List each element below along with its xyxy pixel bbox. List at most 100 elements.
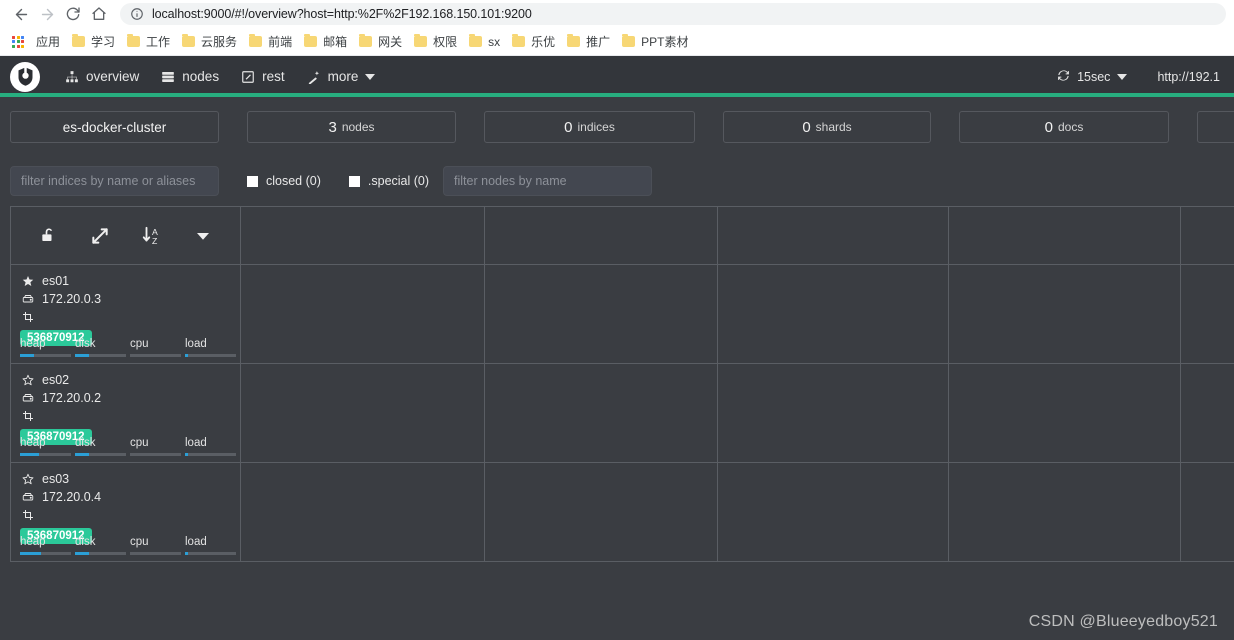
docs-count-value: 0 xyxy=(1044,118,1053,136)
metric-disk[interactable]: disk xyxy=(75,338,130,357)
bookmark-item[interactable]: 前端 xyxy=(243,33,298,51)
node-ip-line: 172.20.0.4 xyxy=(20,488,231,506)
shards-count-card[interactable]: 0 shards xyxy=(723,111,931,143)
table-header-empty-cell xyxy=(1181,207,1234,265)
filter-nodes-input[interactable] xyxy=(443,166,653,196)
special-filter-label: .special (0) xyxy=(367,174,430,188)
cerebro-logo[interactable] xyxy=(10,61,40,92)
nav-rest[interactable]: rest xyxy=(230,63,296,90)
cerebro-logo-icon xyxy=(18,66,32,86)
docs-count-unit: docs xyxy=(1057,120,1084,134)
metric-load[interactable]: load xyxy=(185,338,240,357)
watermark: CSDN @Blueeyedboy521 xyxy=(1028,613,1218,630)
browser-chrome: localhost:9000/#!/overview?host=http:%2F… xyxy=(0,0,1234,56)
table-empty-cell xyxy=(241,463,485,562)
site-info-icon[interactable] xyxy=(130,7,144,21)
omnibox[interactable]: localhost:9000/#!/overview?host=http:%2F… xyxy=(120,3,1226,25)
node-name-line: es02 xyxy=(20,371,231,389)
bookmark-item[interactable]: 工作 xyxy=(121,33,176,51)
indices-count-card[interactable]: 0 indices xyxy=(484,111,695,143)
forward-arrow-icon[interactable] xyxy=(34,1,60,27)
table-empty-cell xyxy=(718,463,949,562)
nav-more[interactable]: more xyxy=(296,63,387,90)
filter-indices-input[interactable] xyxy=(10,166,219,196)
connected-host-label[interactable]: http://192.1 xyxy=(1157,70,1224,84)
nav-label: rest xyxy=(262,69,285,84)
sitemap-icon xyxy=(65,70,79,84)
metric-load[interactable]: load xyxy=(185,536,240,555)
bookmark-item[interactable]: 乐优 xyxy=(506,33,561,51)
metric-heap[interactable]: heap xyxy=(20,437,75,456)
docs-count-card[interactable]: 0 docs xyxy=(959,111,1169,143)
node-metrics: heap disk cpu load xyxy=(20,338,240,357)
chevron-down-icon[interactable] xyxy=(194,227,212,245)
reload-icon[interactable] xyxy=(60,1,86,27)
metric-disk[interactable]: disk xyxy=(75,437,130,456)
size-card[interactable] xyxy=(1197,111,1234,143)
node-name: es03 xyxy=(42,472,70,486)
cluster-name-card[interactable]: es-docker-cluster xyxy=(10,111,219,143)
node-role-line xyxy=(20,407,231,425)
bookmark-item[interactable]: 推广 xyxy=(561,33,616,51)
bookmark-item[interactable]: 云服务 xyxy=(176,33,243,51)
expand-arrows-icon[interactable] xyxy=(90,226,110,246)
metric-cpu[interactable]: cpu xyxy=(130,338,185,357)
bookmark-apps[interactable]: 应用 xyxy=(30,33,66,51)
nav-nodes[interactable]: nodes xyxy=(150,63,230,90)
metric-track xyxy=(75,354,126,357)
metric-fill xyxy=(20,552,42,555)
folder-icon xyxy=(304,34,318,47)
bookmark-item[interactable]: 邮箱 xyxy=(298,33,353,51)
folder-icon xyxy=(249,34,263,47)
url-text: localhost:9000/#!/overview?host=http:%2F… xyxy=(152,7,532,21)
refresh-interval-selector[interactable]: 15sec xyxy=(1049,63,1135,91)
metric-heap[interactable]: heap xyxy=(20,338,75,357)
data-node-icon xyxy=(20,410,35,422)
metric-track xyxy=(130,453,181,456)
nav-overview[interactable]: overview xyxy=(54,63,150,90)
bookmark-label: 前端 xyxy=(268,34,293,49)
node-cell[interactable]: es01 172.20.0.3 536870912 heap disk cpu … xyxy=(11,265,241,364)
back-arrow-icon[interactable] xyxy=(8,1,34,27)
bookmark-item[interactable]: 学习 xyxy=(66,33,121,51)
metric-cpu[interactable]: cpu xyxy=(130,437,185,456)
table-empty-cell xyxy=(949,265,1181,364)
metric-disk[interactable]: disk xyxy=(75,536,130,555)
table-toolbar: A Z xyxy=(11,207,240,264)
bookmark-item[interactable]: PPT素材 xyxy=(616,33,694,51)
nodes-count-card[interactable]: 3 nodes xyxy=(247,111,456,143)
apps-grid-icon[interactable] xyxy=(12,35,24,48)
node-cell[interactable]: es02 172.20.0.2 536870912 heap disk cpu … xyxy=(11,364,241,463)
closed-filter-toggle[interactable]: closed (0) xyxy=(247,174,321,188)
bookmark-item[interactable]: sx xyxy=(463,33,506,51)
metric-load[interactable]: load xyxy=(185,437,240,456)
metric-fill xyxy=(185,354,189,357)
home-icon[interactable] xyxy=(86,1,112,27)
table-empty-cell xyxy=(485,265,718,364)
node-ip-line: 172.20.0.2 xyxy=(20,389,231,407)
metric-heap[interactable]: heap xyxy=(20,536,75,555)
special-filter-toggle[interactable]: .special (0) xyxy=(348,174,430,188)
metric-cpu[interactable]: cpu xyxy=(130,536,185,555)
special-checkbox[interactable] xyxy=(348,175,360,187)
metric-track xyxy=(185,354,236,357)
unlock-icon[interactable] xyxy=(39,226,59,246)
node-ip: 172.20.0.3 xyxy=(42,292,102,306)
table-empty-cell xyxy=(949,463,1181,562)
chevron-down-icon xyxy=(1117,73,1128,80)
indices-count-value: 0 xyxy=(564,118,573,136)
folder-icon xyxy=(567,34,581,47)
metric-track xyxy=(75,552,126,555)
metric-track xyxy=(20,552,71,555)
sort-alpha-icon[interactable]: A Z xyxy=(141,225,163,247)
node-cell[interactable]: es03 172.20.0.4 536870912 heap disk cpu … xyxy=(11,463,241,562)
chevron-down-icon xyxy=(365,73,376,80)
table-header-row: A Z xyxy=(11,207,1234,265)
table-row: es01 172.20.0.3 536870912 heap disk cpu … xyxy=(11,265,1234,364)
closed-checkbox[interactable] xyxy=(247,175,258,187)
bookmark-label: 云服务 xyxy=(201,34,238,49)
table-empty-cell xyxy=(241,265,485,364)
nav-label: nodes xyxy=(182,69,220,84)
bookmark-item[interactable]: 网关 xyxy=(353,33,408,51)
bookmark-item[interactable]: 权限 xyxy=(408,33,463,51)
